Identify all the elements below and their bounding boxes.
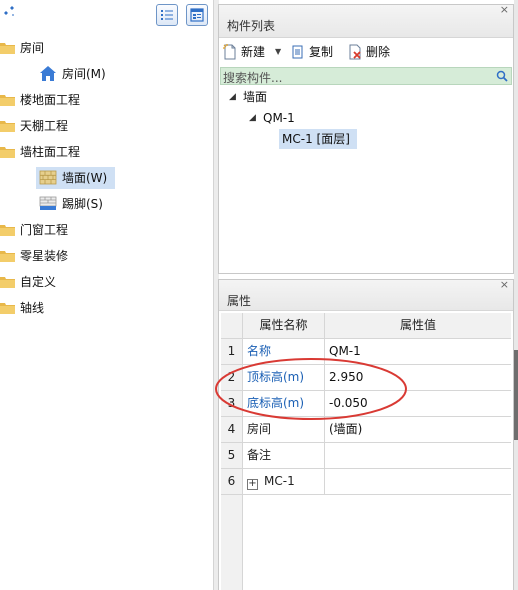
tree-item-door-window[interactable]: 门窗工程 xyxy=(0,219,200,241)
property-name: 顶标高(m) xyxy=(243,365,325,391)
tree-item-label: 墙柱面工程 xyxy=(20,145,81,159)
tree-node-label: MC-1 [面层] xyxy=(282,132,350,146)
folder-icon xyxy=(0,277,15,288)
property-grid: 属性名称 属性值 1 名称 QM-1 2 顶标高(m) 2.950 3 底标高(… xyxy=(221,313,511,590)
property-value[interactable]: -0.050 xyxy=(325,391,511,417)
folder-icon xyxy=(0,147,15,158)
property-name: 名称 xyxy=(243,339,325,365)
wall-brick-icon xyxy=(39,170,57,185)
component-list-body: 新建 ▼ 复制 删除 搜索构件... ◢ 墙面 ◢ QM-1 MC-1 [面层] xyxy=(219,38,513,273)
tree-item-label: 门窗工程 xyxy=(20,223,69,237)
tree-item-custom[interactable]: 自定义 xyxy=(0,271,200,293)
dropdown-caret-icon[interactable]: ▼ xyxy=(275,42,281,62)
folder-icon xyxy=(0,95,15,106)
component-list-header: × 构件列表 xyxy=(219,3,513,38)
tree-item-label: 墙面(W) xyxy=(62,171,108,185)
property-group-mc1[interactable]: + MC-1 xyxy=(243,469,325,495)
tree-item-label: 楼地面工程 xyxy=(20,93,81,107)
tree-item-wall-column[interactable]: 墙柱面工程 xyxy=(0,141,200,163)
row-number: 6 xyxy=(221,469,243,495)
delete-button[interactable]: 删除 xyxy=(348,42,398,62)
property-name: 备注 xyxy=(243,443,325,469)
tree-item-room-m[interactable]: 房间(M) xyxy=(0,63,200,85)
vertical-scrollbar[interactable] xyxy=(514,0,518,590)
property-value[interactable]: QM-1 xyxy=(325,339,511,365)
property-value[interactable] xyxy=(325,443,511,469)
folder-icon xyxy=(0,225,15,236)
folder-icon xyxy=(0,43,15,54)
delete-button-label: 删除 xyxy=(366,45,391,59)
property-value[interactable]: (墙面) xyxy=(325,417,511,443)
close-icon[interactable]: × xyxy=(500,3,509,16)
close-icon[interactable]: × xyxy=(500,278,509,291)
property-name: MC-1 xyxy=(264,474,295,488)
tree-item-label: 踢脚(S) xyxy=(62,197,103,211)
scrollbar-thumb[interactable] xyxy=(514,350,518,440)
component-tree-mc1[interactable]: MC-1 [面层] xyxy=(279,129,359,149)
new-button[interactable]: 新建 ▼ xyxy=(223,42,285,62)
tree-item-label: 房间 xyxy=(20,41,45,55)
tree-node-label: QM-1 xyxy=(263,111,295,125)
tree-item-floor[interactable]: 楼地面工程 xyxy=(0,89,200,111)
list-view-button[interactable] xyxy=(156,4,178,26)
column-header-name: 属性名称 xyxy=(243,313,325,339)
search-placeholder: 搜索构件... xyxy=(223,71,283,85)
row-number: 5 xyxy=(221,443,243,469)
tree-item-label: 零星装修 xyxy=(20,249,69,263)
grid-corner xyxy=(221,313,243,339)
row-number: 4 xyxy=(221,417,243,443)
tree-item-label: 房间(M) xyxy=(62,67,106,81)
row-number: 1 xyxy=(221,339,243,365)
column-header-value: 属性值 xyxy=(325,313,511,339)
tree-item-wall-surface[interactable]: 墙面(W) xyxy=(0,167,200,189)
copy-button[interactable]: 复制 xyxy=(291,42,341,62)
property-name: 房间 xyxy=(243,417,325,443)
property-name: 底标高(m) xyxy=(243,391,325,417)
component-tree-qm1[interactable]: ◢ QM-1 xyxy=(249,108,369,128)
house-icon xyxy=(40,66,56,81)
search-icon[interactable] xyxy=(496,70,508,82)
tree-item-label: 天棚工程 xyxy=(20,119,69,133)
folder-icon xyxy=(0,303,15,314)
tree-item-skirting[interactable]: 踢脚(S) xyxy=(0,193,200,215)
list-view-icon xyxy=(161,10,173,20)
row-number: 2 xyxy=(221,365,243,391)
tree-item-label: 轴线 xyxy=(20,301,45,315)
add-sparkle-icon[interactable] xyxy=(2,6,18,20)
row-number: 3 xyxy=(221,391,243,417)
copy-button-label: 复制 xyxy=(309,45,334,59)
tree-node-label: 墙面 xyxy=(243,90,268,104)
folder-icon xyxy=(0,251,15,262)
new-button-label: 新建 xyxy=(241,45,266,59)
row-number-gutter xyxy=(221,495,243,590)
tree-item-misc-decoration[interactable]: 零星装修 xyxy=(0,245,200,267)
expand-plus-icon[interactable]: + xyxy=(247,479,258,490)
new-document-icon xyxy=(223,44,236,60)
tree-item-axis[interactable]: 轴线 xyxy=(0,297,200,319)
delete-icon xyxy=(349,44,361,60)
search-input[interactable]: 搜索构件... xyxy=(220,67,512,85)
tree-item-room[interactable]: 房间 xyxy=(0,37,200,59)
property-value[interactable]: 2.950 xyxy=(325,365,511,391)
properties-header: × 属性 xyxy=(219,278,513,311)
tree-item-label: 自定义 xyxy=(20,275,57,289)
skirting-icon xyxy=(39,196,57,210)
tree-item-ceiling[interactable]: 天棚工程 xyxy=(0,115,200,137)
detail-view-button[interactable] xyxy=(186,4,208,26)
property-value[interactable] xyxy=(325,469,511,495)
properties-panel: × 属性 属性名称 属性值 1 名称 QM-1 2 顶标高(m) 2.950 3… xyxy=(219,278,513,590)
detail-view-icon xyxy=(190,8,204,22)
folder-icon xyxy=(0,121,15,132)
left-tree-pane: 房间 房间(M) 楼地面工程 天棚工程 墙柱面工程 墙面(W) 踢脚(S) 门窗… xyxy=(0,0,213,590)
panel-title: 构件列表 xyxy=(227,19,276,33)
expand-triangle-icon[interactable]: ◢ xyxy=(229,87,236,107)
copy-icon xyxy=(292,45,303,59)
component-tree-root[interactable]: ◢ 墙面 xyxy=(229,87,349,107)
left-toolbar xyxy=(0,0,213,32)
expand-triangle-icon[interactable]: ◢ xyxy=(249,108,256,128)
panel-title: 属性 xyxy=(227,294,252,308)
